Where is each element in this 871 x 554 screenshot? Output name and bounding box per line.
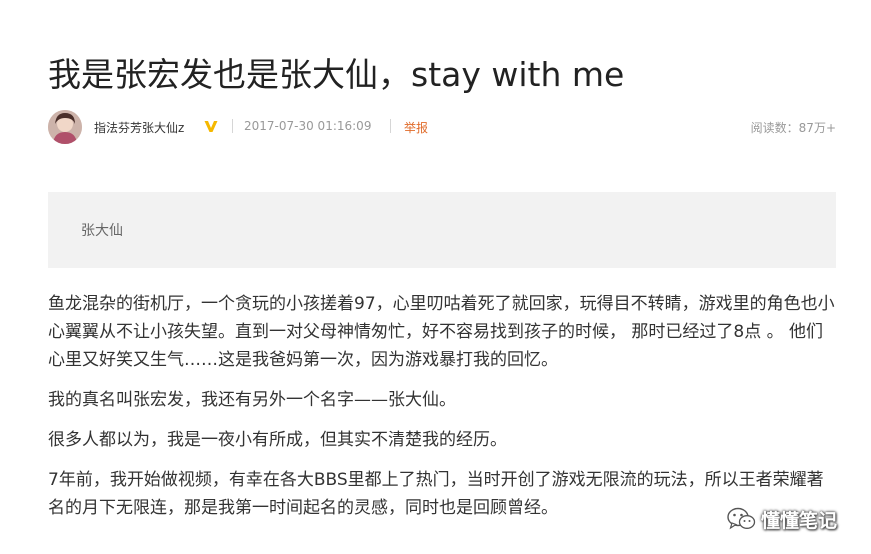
meta-divider bbox=[390, 119, 391, 133]
article-meta: 指法芬芳张大仙z 2017-07-30 01:16:09 举报 阅读数：87万+ bbox=[48, 110, 836, 146]
author-name-link[interactable]: 指法芬芳张大仙z bbox=[94, 119, 184, 136]
watermark-text: 懂懂笔记 bbox=[761, 509, 838, 532]
body-paragraph: 鱼龙混杂的街机厅，一个贪玩的小孩搓着97，心里叨咕着死了就回家，玩得目不转睛，游… bbox=[48, 294, 835, 370]
body-paragraph: 很多人都以为，我是一夜小有所成，但其实不清楚我的经历。 bbox=[48, 430, 507, 450]
body-paragraph: 7年前，我开始做视频，有幸在各大BBS里都上了热门，当时开创了游戏无限流的玩法，… bbox=[48, 470, 824, 518]
verified-badge-icon bbox=[204, 121, 218, 132]
wechat-icon bbox=[727, 507, 756, 530]
report-link[interactable]: 举报 bbox=[404, 119, 428, 136]
article-summary: 张大仙 bbox=[48, 192, 836, 268]
article-title: 我是张宏发也是张大仙，stay with me bbox=[48, 55, 625, 94]
avatar-image bbox=[48, 110, 82, 144]
meta-divider bbox=[232, 119, 233, 133]
summary-text: 张大仙 bbox=[81, 223, 123, 239]
watermark: 懂懂笔记 bbox=[726, 502, 837, 536]
avatar[interactable] bbox=[48, 110, 82, 144]
article-body: 鱼龙混杂的街机厅，一个贪玩的小孩搓着97，心里叨咕着死了就回家，玩得目不转睛，游… bbox=[48, 290, 838, 534]
body-paragraph: 我的真名叫张宏发，我还有另外一个名字——张大仙。 bbox=[48, 390, 456, 410]
publish-date: 2017-07-30 01:16:09 bbox=[244, 119, 372, 133]
read-count: 阅读数：87万+ bbox=[750, 121, 836, 135]
